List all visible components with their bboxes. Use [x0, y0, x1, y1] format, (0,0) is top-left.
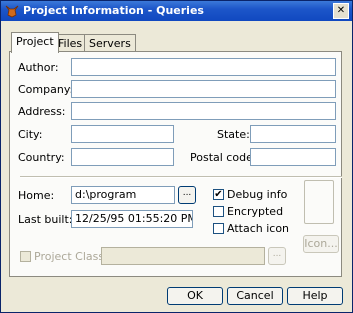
cancel-button[interactable]: Cancel	[227, 287, 283, 305]
tab-project[interactable]: Project	[11, 32, 59, 53]
author-field[interactable]	[71, 58, 336, 76]
author-label: Author:	[18, 61, 59, 74]
project-tab-panel: Author: Company: Address: City: State: C…	[9, 51, 342, 277]
debug-info-checkbox[interactable]: ✔	[213, 189, 224, 200]
ok-button[interactable]: OK	[167, 287, 223, 305]
encrypted-label: Encrypted	[227, 205, 284, 218]
city-label: City:	[18, 128, 43, 141]
project-class-checkbox[interactable]	[20, 251, 31, 262]
close-button[interactable]: ✕	[333, 3, 349, 19]
title-bar[interactable]: Project Information - Queries ✕	[1, 1, 352, 21]
close-icon: ✕	[336, 5, 346, 16]
debug-info-label: Debug info	[227, 188, 288, 201]
project-class-field[interactable]	[101, 247, 265, 265]
city-field[interactable]	[71, 125, 174, 143]
home-label: Home:	[18, 189, 55, 202]
last-built-field: 12/25/95 01:55:20 PM	[71, 210, 193, 228]
home-browse-button[interactable]: ...	[178, 186, 196, 204]
separator	[20, 176, 342, 178]
country-label: Country:	[18, 151, 65, 164]
dialog-window: Project Information - Queries ✕ Project …	[0, 0, 353, 313]
address-field[interactable]	[71, 102, 336, 120]
attach-icon-label: Attach icon	[227, 222, 290, 235]
encrypted-checkbox[interactable]	[213, 206, 224, 217]
country-field[interactable]	[71, 148, 174, 166]
state-label: State:	[217, 128, 250, 141]
home-field[interactable]: d:\program	[71, 186, 175, 204]
help-button[interactable]: Help	[287, 287, 343, 305]
tab-servers[interactable]: Servers	[84, 34, 136, 51]
address-label: Address:	[18, 105, 66, 118]
state-field[interactable]	[250, 125, 336, 143]
company-label: Company:	[18, 83, 74, 96]
project-class-browse-button[interactable]: ...	[268, 247, 286, 265]
postal-code-field[interactable]	[250, 148, 336, 166]
icon-button[interactable]: Icon...	[303, 235, 339, 253]
postal-code-label: Postal code:	[190, 151, 257, 164]
attach-icon-checkbox[interactable]	[213, 223, 224, 234]
icon-preview-box	[304, 180, 334, 224]
window-title: Project Information - Queries	[23, 4, 204, 17]
fox-app-icon	[5, 5, 19, 18]
last-built-label: Last built:	[18, 213, 73, 226]
project-class-label: Project Class:	[34, 250, 108, 263]
company-field[interactable]	[71, 80, 336, 98]
